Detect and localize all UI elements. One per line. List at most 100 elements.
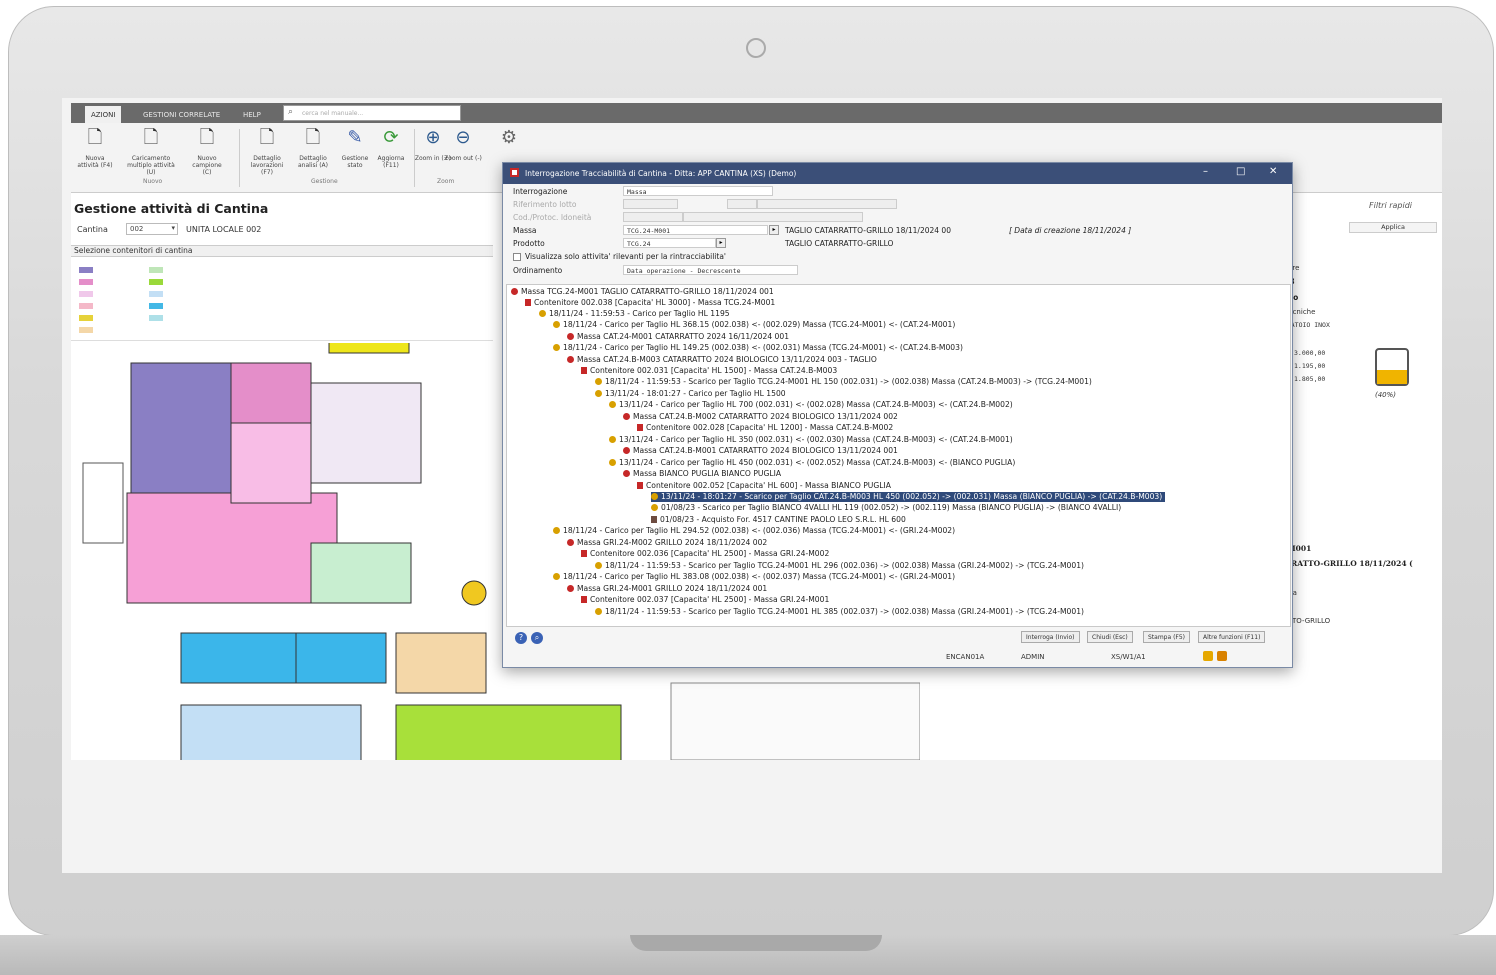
tree-node[interactable]: 18/11/24 - Carico per Taglio HL 294.52 (… xyxy=(553,526,955,536)
tree-node[interactable]: Contenitore 002.031 [Capacita' HL 1500] … xyxy=(581,366,837,376)
altre-funzioni-button[interactable]: Altre funzioni (F11) xyxy=(1198,631,1266,643)
group-label-gestione: Gestione xyxy=(311,178,338,185)
tree-node[interactable]: 18/11/24 - 11:59:53 - Scarico per Taglio… xyxy=(595,377,1092,387)
traceability-dialog: Interrogazione Tracciabilità di Cantina … xyxy=(502,162,1293,668)
tab-azioni[interactable]: AZIONI xyxy=(85,106,122,123)
tree-node[interactable]: 13/11/24 - Carico per Taglio HL 450 (002… xyxy=(609,458,1015,468)
tree-node[interactable]: Massa GRI.24-M001 GRILLO 2024 18/11/2024… xyxy=(567,584,767,594)
tree-node[interactable]: Massa GRI.24-M002 GRILLO 2024 18/11/2024… xyxy=(567,538,767,548)
right-panel: Filtri rapidi Applica nitore 038 erno e … xyxy=(1279,201,1442,760)
traceability-tree: Massa TCG.24-M001 TAGLIO CATARRATTO-GRIL… xyxy=(506,284,1291,627)
tree-node[interactable]: Massa TCG.24-M001 TAGLIO CATARRATTO-GRIL… xyxy=(511,287,774,297)
ribbon-button-label: Nuova attività (F4) xyxy=(77,155,113,169)
cantina-select[interactable]: 002 ▾ xyxy=(126,223,178,235)
tree-node[interactable]: Contenitore 002.037 [Capacita' HL 2500] … xyxy=(581,595,829,605)
detail-icon: 🗋 xyxy=(259,127,275,148)
tank-fill-percent: (40%) xyxy=(1375,391,1397,399)
legend-swatch xyxy=(149,279,163,285)
zoom-out-icon: ⊖ xyxy=(455,127,471,148)
tree-node[interactable]: 13/11/24 - 18:01:27 - Carico per Taglio … xyxy=(595,389,786,399)
relevant-only-checkbox[interactable] xyxy=(513,253,521,261)
tree-node[interactable]: 13/11/24 - Carico per Taglio HL 700 (002… xyxy=(609,400,1013,410)
new-activity-button[interactable]: 🗋 Nuova attività (F4) xyxy=(75,127,115,175)
dialog-titlebar: Interrogazione Tracciabilità di Cantina … xyxy=(503,163,1292,184)
cod-field[interactable] xyxy=(623,212,683,222)
help-icon[interactable]: ? xyxy=(515,632,527,644)
massa-label: Massa xyxy=(513,226,537,235)
tree-node[interactable]: 18/11/24 - 11:59:53 - Carico per Taglio … xyxy=(539,309,730,319)
tree-node[interactable]: Contenitore 002.038 [Capacita' HL 3000] … xyxy=(525,298,775,308)
tree-node[interactable]: Massa CAT.24.B-M001 CATARRATTO 2024 BIOL… xyxy=(623,446,898,456)
tree-node[interactable]: 18/11/24 - Carico per Taglio HL 368.15 (… xyxy=(553,320,955,330)
zoom-out-button[interactable]: ⊖ Zoom out (-) xyxy=(443,127,483,175)
close-icon[interactable]: ✕ xyxy=(1269,166,1277,177)
app-window: AZIONI GESTIONI CORRELATE HELP ⌕ cerca ne… xyxy=(71,103,1442,760)
status-user: ADMIN xyxy=(1021,653,1045,661)
tree-node[interactable]: Contenitore 002.036 [Capacita' HL 2500] … xyxy=(581,549,829,559)
tree-node[interactable]: Massa BIANCO PUGLIA BIANCO PUGLIA xyxy=(623,469,781,479)
stampa-button[interactable]: Stampa (F5) xyxy=(1143,631,1191,643)
chiudi-button[interactable]: Chiudi (Esc) xyxy=(1087,631,1133,643)
tree-node[interactable]: Contenitore 002.052 [Capacita' HL 600] -… xyxy=(637,481,891,491)
new-sample-button[interactable]: 🗋 Nuovo campione (C) xyxy=(187,127,227,176)
minimize-icon[interactable]: – xyxy=(1203,166,1208,177)
rif-lotto-desc[interactable] xyxy=(757,199,897,209)
refresh-button[interactable]: ⟳ Aggiorna (F11) xyxy=(371,127,411,175)
search-icon[interactable]: ⌕ xyxy=(531,632,543,644)
rif-lotto-field[interactable] xyxy=(623,199,678,209)
prodotto-description: TAGLIO CATARRATTO-GRILLO xyxy=(785,239,894,248)
tree-node[interactable]: 18/11/24 - Carico per Taglio HL 383.08 (… xyxy=(553,572,955,582)
legend-swatch xyxy=(149,291,163,297)
status-icon: ✎ xyxy=(347,127,363,148)
status-management-button[interactable]: ✎ Gestione stato xyxy=(335,127,375,175)
cantina-name: UNITA LOCALE 002 xyxy=(186,225,262,234)
tree-node[interactable]: 01/08/23 - Acquisto For. 4517 CANTINE PA… xyxy=(651,515,906,525)
zoom-in-icon: ⊕ xyxy=(425,127,441,148)
tab-gestioni-correlate[interactable]: GESTIONI CORRELATE xyxy=(137,106,226,123)
maximize-icon[interactable]: □ xyxy=(1236,166,1245,177)
search-input[interactable]: ⌕ cerca nel manuale... xyxy=(283,105,461,121)
ribbon-button-label: Dettaglio analisi (A) xyxy=(298,155,328,169)
legend-swatch xyxy=(79,267,93,273)
capacity-value: 3.000,00 xyxy=(1294,349,1326,357)
volume-value: 1.195,00 xyxy=(1294,362,1326,370)
sample-icon: 🗋 xyxy=(199,127,215,148)
tree-node[interactable]: 18/11/24 - Carico per Taglio HL 149.25 (… xyxy=(553,343,963,353)
tree-node[interactable]: Massa CAT.24-M001 CATARRATTO 2024 16/11/… xyxy=(567,332,789,342)
tree-node[interactable]: 18/11/24 - 11:59:53 - Scarico per Taglio… xyxy=(595,561,1084,571)
tree-node[interactable]: Contenitore 002.028 [Capacita' HL 1200] … xyxy=(637,423,893,433)
ribbon-button-label: Nuovo campione (C) xyxy=(192,155,222,176)
status-version: XS/W1/A1 xyxy=(1111,653,1146,661)
massa-field[interactable]: TCG.24-M001 xyxy=(623,225,768,235)
massa-lookup-button[interactable]: ▸ xyxy=(769,225,779,235)
rif-lotto-label: Riferimento lotto xyxy=(513,200,577,209)
tree-node-selected[interactable]: 13/11/24 - 18:01:27 - Scarico per Taglio… xyxy=(651,492,1166,502)
tree-node[interactable]: Massa CAT.24.B-M002 CATARRATTO 2024 BIOL… xyxy=(623,412,898,422)
apply-button[interactable]: Applica xyxy=(1349,222,1437,233)
refresh-icon: ⟳ xyxy=(383,127,399,148)
right-label: ARRATTO-GRILLO 18/11/2024 ( xyxy=(1279,559,1413,568)
multi-load-button[interactable]: 🗋 Caricamento multiplo attività (U) xyxy=(123,127,179,176)
prodotto-field[interactable]: TCG.24 xyxy=(623,238,716,248)
tree-node[interactable]: 13/11/24 - Carico per Taglio HL 350 (002… xyxy=(609,435,1013,445)
legend-swatch xyxy=(149,315,163,321)
tree-node[interactable]: 18/11/24 - 11:59:53 - Scarico per Taglio… xyxy=(595,607,1084,617)
gear-icon: ⚙ xyxy=(500,127,518,148)
tab-help[interactable]: HELP xyxy=(237,106,267,123)
notes-icon[interactable] xyxy=(1203,651,1213,661)
chevron-down-icon: ▾ xyxy=(171,224,175,232)
interroga-button[interactable]: Interroga (Invio) xyxy=(1021,631,1080,643)
tree-node[interactable]: Massa CAT.24.B-M003 CATARRATTO 2024 BIOL… xyxy=(567,355,877,365)
cod-desc[interactable] xyxy=(683,212,863,222)
page-title: Gestione attività di Cantina xyxy=(74,201,269,216)
interrogazione-select[interactable]: Massa xyxy=(623,186,773,196)
analysis-detail-button[interactable]: 🗋 Dettaglio analisi (A) xyxy=(293,127,333,175)
cod-label: Cod./Protoc. Idoneità xyxy=(513,213,592,222)
group-label-zoom: Zoom xyxy=(437,178,455,185)
chat-icon[interactable] xyxy=(1217,651,1227,661)
rif-lotto-year[interactable] xyxy=(727,199,757,209)
tree-node[interactable]: 01/08/23 - Scarico per Taglio BIANCO 4VA… xyxy=(651,503,1121,513)
processing-detail-button[interactable]: 🗋 Dettaglio lavorazioni (F7) xyxy=(247,127,287,176)
prodotto-lookup-button[interactable]: ▸ xyxy=(716,238,726,248)
ordinamento-select[interactable]: Data operazione - Decrescente xyxy=(623,265,798,275)
